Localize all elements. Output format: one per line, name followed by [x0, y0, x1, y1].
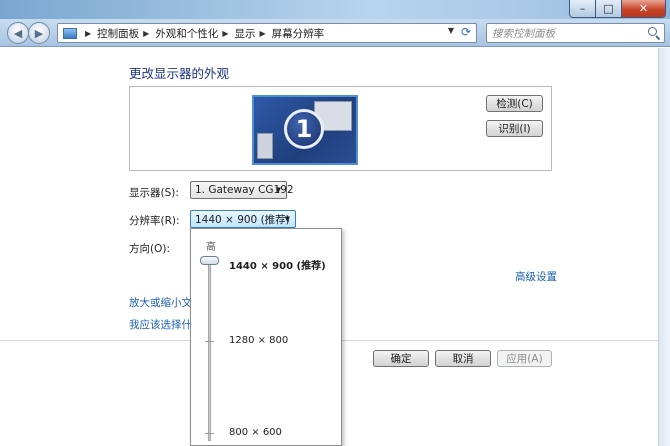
arrow-right-icon: ▶ — [34, 26, 44, 40]
breadcrumb-separator-icon[interactable]: ▶ — [222, 29, 228, 38]
search-box[interactable]: 搜索控制面板 — [486, 23, 665, 43]
arrow-left-icon: ◀ — [13, 26, 23, 40]
resolution-slider-track[interactable] — [208, 259, 211, 441]
resolution-dropdown-popup: 高 1440 × 900 (推荐) 1280 × 800 800 × 600 — [190, 228, 342, 446]
back-button[interactable]: ◀ — [7, 22, 29, 44]
apply-button[interactable]: 应用(A) — [497, 350, 552, 367]
address-dropdown-icon[interactable]: ▼ — [448, 26, 454, 35]
identify-button[interactable]: 识别(I) — [486, 120, 543, 137]
minimize-button[interactable]: – — [569, 0, 596, 18]
breadcrumb-control-panel[interactable]: 控制面板 — [97, 26, 139, 41]
display-select[interactable]: 1. Gateway CG192 ▼ — [190, 181, 294, 199]
breadcrumb-screen-resolution[interactable]: 屏幕分辨率 — [272, 26, 325, 41]
window-titlebar: – □ ✕ — [0, 0, 670, 19]
breadcrumb-separator-icon[interactable]: ▶ — [143, 29, 149, 38]
breadcrumb-separator-icon[interactable]: ▶ — [85, 29, 91, 38]
chevron-down-icon: ▼ — [275, 186, 281, 194]
vertical-scrollbar[interactable] — [658, 48, 670, 446]
breadcrumb-appearance[interactable]: 外观和个性化 — [155, 26, 218, 41]
breadcrumb-display[interactable]: 显示 — [234, 26, 255, 41]
navigation-bar: ◀ ▶ ▶ 控制面板 ▶ 外观和个性化 ▶ 显示 ▶ 屏幕分辨率 ▼ ⟳ 搜索控… — [0, 19, 670, 47]
ok-button[interactable]: 确定 — [373, 350, 429, 367]
page-title: 更改显示器的外观 — [129, 66, 230, 81]
resolution-option[interactable]: 800 × 600 — [229, 427, 282, 438]
resolution-option[interactable]: 1280 × 800 — [229, 335, 288, 346]
monitor-1-preview[interactable]: 1 — [252, 95, 358, 165]
which-settings-link[interactable]: 我应该选择什么 — [129, 317, 191, 332]
address-bar[interactable]: ▶ 控制面板 ▶ 外观和个性化 ▶ 显示 ▶ 屏幕分辨率 ▼ ⟳ — [57, 23, 477, 43]
refresh-icon[interactable]: ⟳ — [461, 25, 471, 39]
resolution-slider-thumb[interactable] — [200, 256, 219, 265]
resolution-option[interactable]: 1440 × 900 (推荐) — [229, 257, 326, 272]
detect-button[interactable]: 检测(C) — [486, 95, 543, 112]
resolution-select[interactable]: 1440 × 900 (推荐) ▼ — [190, 210, 296, 228]
monitor-number-badge: 1 — [284, 109, 324, 149]
control-panel-icon — [63, 27, 77, 39]
chevron-down-icon: ▼ — [284, 215, 290, 223]
search-icon[interactable] — [647, 26, 661, 40]
window-thumbnail-icon — [257, 133, 273, 159]
slider-tick — [205, 433, 214, 434]
cancel-button[interactable]: 取消 — [435, 350, 491, 367]
breadcrumb-separator-icon[interactable]: ▶ — [259, 29, 265, 38]
search-input[interactable]: 搜索控制面板 — [492, 26, 647, 41]
slider-tick — [205, 341, 214, 342]
advanced-settings-link[interactable]: 高级设置 — [515, 269, 557, 284]
enlarge-text-link[interactable]: 放大或缩小文本 — [129, 295, 191, 310]
forward-button[interactable]: ▶ — [28, 22, 50, 44]
maximize-button[interactable]: □ — [596, 0, 622, 18]
resolution-label: 分辨率(R): — [129, 215, 180, 227]
orientation-label: 方向(O): — [129, 243, 170, 255]
display-label: 显示器(S): — [129, 187, 179, 199]
window-controls: – □ ✕ — [569, 0, 666, 18]
slider-high-label: 高 — [206, 242, 216, 253]
close-button[interactable]: ✕ — [622, 0, 666, 18]
resolution-select-value: 1440 × 900 (推荐) — [195, 213, 290, 226]
